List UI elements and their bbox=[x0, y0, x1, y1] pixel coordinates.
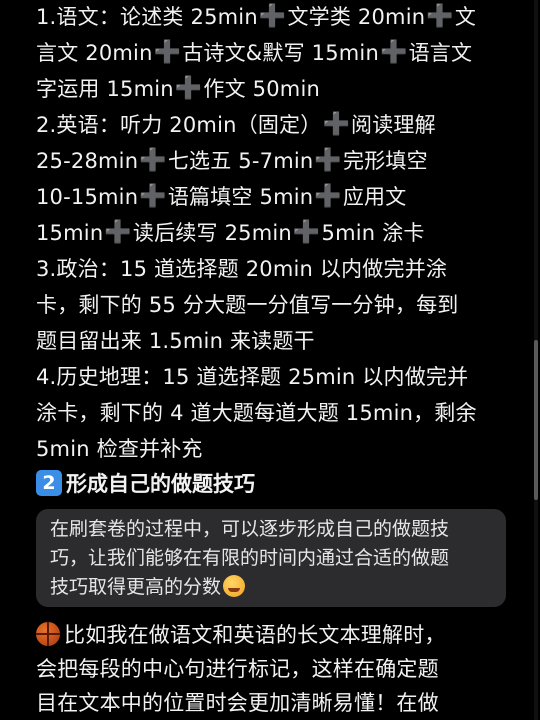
text-line: 25-28min➕七选五 5-7min➕完形填空 bbox=[36, 146, 428, 177]
text-segment: 七选五 5-7min bbox=[167, 149, 314, 173]
text-segment: 题目留出来 1.5min 来读题干 bbox=[36, 329, 315, 353]
text-line: 3.政治：15 道选择题 20min 以内做完并涂 bbox=[36, 254, 447, 284]
text-line: 5min 检查并补充 bbox=[36, 434, 203, 464]
text-line: 15min➕读后续写 25min➕5min 涂卡 bbox=[36, 218, 425, 249]
quote-line: 在刷套卷的过程中，可以逐步形成自己的做题技 bbox=[50, 518, 450, 540]
text-line: 卡，剩下的 55 分大题一分值写一分钟，每到 bbox=[36, 290, 458, 320]
text-line: 4.历史地理：15 道选择题 25min 以内做完并 bbox=[36, 362, 468, 392]
plus-icon: ➕ bbox=[153, 40, 182, 65]
text-segment: 应用文 bbox=[342, 185, 407, 209]
basketball-emoji-icon bbox=[36, 622, 60, 646]
text-segment: 25-28min bbox=[36, 149, 139, 173]
quote-line: 巧，让我们能够在有限的时间内通过合适的做题 bbox=[50, 547, 450, 569]
text-line: 目在文本中的位置时会更加清晰易懂！在做 bbox=[36, 688, 439, 718]
plus-icon: ➕ bbox=[426, 4, 454, 29]
text-line: 言文 20min➕古诗文&默写 15min➕语言文 bbox=[36, 38, 472, 69]
text-segment: 10-15min bbox=[36, 185, 139, 209]
text-segment: 完形填空 bbox=[343, 149, 428, 173]
plus-icon: ➕ bbox=[139, 148, 167, 173]
text-line: 1.语文：论述类 25min➕文学类 20min➕文 bbox=[36, 2, 476, 33]
text-segment: 言文 20min bbox=[36, 41, 153, 65]
text-segment: 会把每段的中心句进行标记，这样在确定题 bbox=[36, 657, 439, 681]
text-segment: 比如我在做语文和英语的长文本理解时， bbox=[64, 623, 446, 647]
text-line: 字运用 15min➕作文 50min bbox=[36, 74, 320, 105]
plus-icon: ➕ bbox=[174, 76, 203, 101]
text-line: 10-15min➕语篇填空 5min➕应用文 bbox=[36, 182, 406, 213]
scrollbar-thumb[interactable] bbox=[534, 340, 538, 500]
plus-icon: ➕ bbox=[314, 184, 342, 209]
plus-icon: ➕ bbox=[104, 220, 132, 245]
quote-block: 在刷套卷的过程中，可以逐步形成自己的做题技 巧，让我们能够在有限的时间内通过合适… bbox=[36, 509, 506, 607]
text-segment: 作文 50min bbox=[203, 77, 321, 101]
text-segment: 5min 检查并补充 bbox=[36, 437, 203, 461]
plus-icon: ➕ bbox=[322, 112, 351, 137]
text-segment: 1.语文：论述类 25min bbox=[36, 5, 258, 29]
text-line: 会把每段的中心句进行标记，这样在确定题 bbox=[36, 654, 439, 684]
text-line: 题目留出来 1.5min 来读题干 bbox=[36, 326, 315, 356]
heading-text: 形成自己的做题技巧 bbox=[66, 472, 255, 496]
text-segment: 语篇填空 5min bbox=[167, 185, 314, 209]
text-segment: 3.政治：15 道选择题 20min 以内做完并涂 bbox=[36, 257, 448, 281]
plus-icon: ➕ bbox=[258, 4, 287, 29]
text-segment: 4.历史地理：15 道选择题 25min 以内做完并 bbox=[36, 365, 469, 389]
text-segment: 目在文本中的位置时会更加清晰易懂！在做 bbox=[36, 691, 439, 715]
text-segment: 文 bbox=[454, 5, 477, 29]
plus-icon: ➕ bbox=[379, 40, 408, 65]
text-line: 涂卡，剩下的 4 道大题每道大题 15min，剩余 bbox=[36, 398, 477, 428]
quote-text: 技巧取得更高的分数 bbox=[50, 576, 222, 598]
plus-icon: ➕ bbox=[139, 184, 167, 209]
text-segment: 读后续写 25min bbox=[132, 221, 292, 245]
smiling-face-emoji-icon bbox=[223, 575, 246, 597]
text-segment: 字运用 15min bbox=[36, 77, 174, 101]
quote-line-last: 技巧取得更高的分数 bbox=[50, 573, 246, 601]
text-line: 比如我在做语文和英语的长文本理解时， bbox=[36, 620, 446, 650]
plus-icon: ➕ bbox=[292, 220, 321, 245]
text-segment: 涂卡，剩下的 4 道大题每道大题 15min，剩余 bbox=[36, 401, 477, 425]
plus-icon: ➕ bbox=[314, 148, 342, 173]
text-segment: 古诗文&默写 15min bbox=[182, 41, 379, 65]
text-line: 2.英语：听力 20min（固定）➕阅读理解 bbox=[36, 110, 436, 141]
text-segment: 15min bbox=[36, 221, 104, 245]
text-segment: 语言文 bbox=[408, 41, 473, 65]
text-segment: 5min 涂卡 bbox=[321, 221, 425, 245]
text-segment: 阅读理解 bbox=[351, 113, 436, 137]
text-segment: 文学类 20min bbox=[287, 5, 426, 29]
number-2-icon: 2 bbox=[36, 470, 62, 496]
text-segment: 2.英语：听力 20min（固定） bbox=[36, 113, 322, 137]
text-segment: 卡，剩下的 55 分大题一分值写一分钟，每到 bbox=[36, 293, 459, 317]
section-heading: 2 形成自己的做题技巧 bbox=[36, 468, 255, 500]
